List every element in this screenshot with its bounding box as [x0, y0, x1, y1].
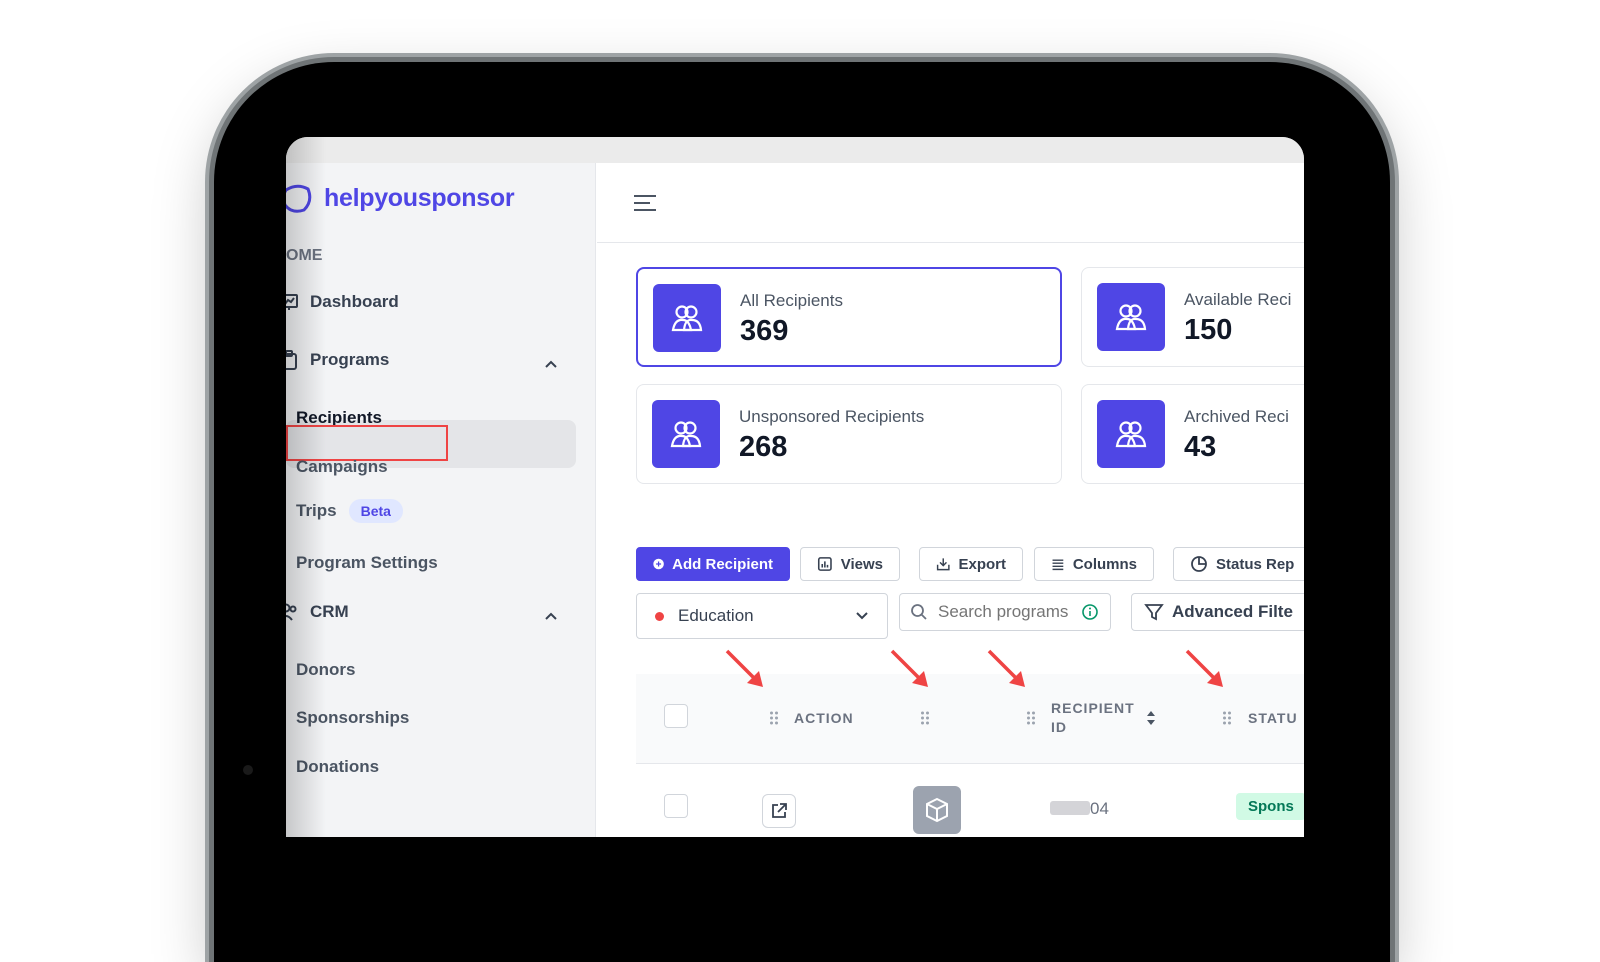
- sidebar-item-donors[interactable]: Donors: [296, 660, 356, 680]
- sidebar-item-label: Dashboard: [310, 292, 399, 311]
- button-label: Columns: [1072, 555, 1137, 573]
- sidebar-item-label: CRM: [310, 602, 349, 621]
- status-report-button[interactable]: Status Rep: [1173, 547, 1304, 581]
- stat-value: 150: [1184, 314, 1233, 346]
- annotation-arrow-icon: [987, 649, 1025, 687]
- advanced-filters-button[interactable]: Advanced Filte: [1131, 593, 1304, 631]
- recipient-id-cell: 04: [1050, 799, 1109, 819]
- logo-mark-icon: [286, 184, 312, 213]
- header-line: ID: [1051, 719, 1067, 735]
- beta-badge: Beta: [348, 499, 403, 523]
- stat-card-available-recipients[interactable]: Available Reci 150: [1081, 267, 1304, 367]
- tablet-screen: helpyousponsor OME Dashboard Programs Re…: [286, 137, 1304, 837]
- sidebar: helpyousponsor OME Dashboard Programs Re…: [286, 163, 596, 837]
- status-bar: [286, 137, 1304, 163]
- bar-chart-icon: [817, 557, 832, 571]
- stat-card-unsponsored-recipients[interactable]: Unsponsored Recipients 268: [636, 384, 1062, 484]
- sidebar-item-dashboard[interactable]: Dashboard: [286, 291, 399, 313]
- drag-handle-icon[interactable]: [1026, 710, 1036, 726]
- drag-handle-icon[interactable]: [920, 710, 930, 726]
- filter-icon: [1144, 604, 1164, 621]
- views-button[interactable]: Views: [800, 547, 900, 581]
- column-header-action[interactable]: ACTION: [794, 709, 854, 728]
- stat-card-all-recipients[interactable]: All Recipients 369: [636, 267, 1062, 367]
- top-bar: [597, 163, 1304, 243]
- row-checkbox[interactable]: [664, 794, 688, 818]
- column-header-status[interactable]: STATU: [1248, 709, 1298, 728]
- chevron-up-icon[interactable]: [544, 357, 558, 371]
- button-label: Status Rep: [1216, 555, 1295, 573]
- sidebar-item-campaigns[interactable]: Campaigns: [296, 457, 388, 477]
- stat-value: 369: [740, 315, 789, 347]
- clipboard-icon: [286, 350, 297, 370]
- columns-button[interactable]: Columns: [1034, 547, 1154, 581]
- main-content: All Recipients 369 Available Reci 150 Un…: [597, 163, 1304, 837]
- column-header-recipient-id[interactable]: RECIPIENT ID: [1051, 699, 1135, 737]
- annotation-arrow-icon: [725, 649, 763, 687]
- cube-icon: [926, 797, 948, 823]
- sidebar-item-programs[interactable]: Programs: [286, 349, 389, 371]
- button-label: Add Recipient: [672, 555, 773, 573]
- stat-value: 43: [1184, 431, 1217, 463]
- sidebar-item-program-settings[interactable]: Program Settings: [296, 553, 438, 573]
- button-label: Export: [958, 555, 1006, 573]
- sidebar-item-crm[interactable]: CRM: [286, 601, 349, 623]
- download-icon: [936, 558, 950, 571]
- sidebar-item-donations[interactable]: Donations: [296, 757, 379, 777]
- camera: [243, 765, 253, 775]
- drag-handle-icon[interactable]: [769, 710, 779, 726]
- drag-handle-icon[interactable]: [1222, 710, 1232, 726]
- users-icon: [1097, 400, 1165, 468]
- redacted-text: [1050, 801, 1090, 815]
- program-select[interactable]: Education: [636, 593, 888, 639]
- sidebar-item-label: Trips: [296, 501, 337, 520]
- add-recipient-button[interactable]: Add Recipient: [636, 547, 790, 581]
- nav-section-home: OME: [286, 247, 323, 264]
- users-icon: [286, 603, 297, 621]
- brand-name: helpyousponsor: [324, 183, 515, 212]
- users-icon: [653, 284, 721, 352]
- button-label: Advanced Filte: [1172, 602, 1293, 621]
- search-input[interactable]: [938, 602, 1072, 622]
- search-icon: [911, 604, 927, 620]
- sidebar-item-trips[interactable]: Trips Beta: [296, 499, 403, 523]
- chevron-down-icon: [856, 612, 868, 620]
- pie-chart-icon: [1191, 556, 1207, 572]
- menu-icon[interactable]: [633, 193, 657, 213]
- dashboard-icon: [286, 294, 298, 310]
- list-icon: [1052, 559, 1064, 571]
- export-button[interactable]: Export: [919, 547, 1023, 581]
- plus-circle-icon: [653, 558, 664, 570]
- users-icon: [1097, 283, 1165, 351]
- stat-label: All Recipients: [740, 291, 843, 310]
- status-badge: Spons: [1236, 793, 1304, 820]
- external-link-icon: [772, 803, 787, 818]
- chevron-up-icon[interactable]: [544, 609, 558, 623]
- annotation-highlight-box: [286, 425, 448, 461]
- search-box: [899, 593, 1111, 631]
- sidebar-item-label: Programs: [310, 350, 390, 369]
- annotation-arrow-icon: [890, 649, 928, 687]
- stat-card-archived-recipients[interactable]: Archived Reci 43: [1081, 384, 1304, 484]
- brand-logo[interactable]: helpyousponsor: [286, 181, 515, 215]
- sidebar-item-sponsorships[interactable]: Sponsorships: [296, 708, 409, 728]
- recipient-photo-placeholder: [913, 786, 961, 834]
- stat-label: Available Reci: [1184, 290, 1292, 309]
- status-dot: [655, 611, 664, 621]
- open-recipient-button[interactable]: [762, 794, 796, 828]
- header-line: RECIPIENT: [1051, 700, 1135, 716]
- select-all-checkbox[interactable]: [664, 704, 688, 728]
- stat-label: Unsponsored Recipients: [739, 407, 925, 426]
- stat-value: 268: [739, 431, 788, 463]
- sort-icon[interactable]: [1146, 710, 1156, 726]
- info-icon[interactable]: [1082, 604, 1098, 620]
- annotation-arrow-icon: [1185, 649, 1223, 687]
- users-icon: [652, 400, 720, 468]
- button-label: Views: [840, 555, 883, 573]
- select-value: Education: [678, 606, 754, 625]
- stat-label: Archived Reci: [1184, 407, 1289, 426]
- recipient-id-value: 04: [1090, 799, 1109, 818]
